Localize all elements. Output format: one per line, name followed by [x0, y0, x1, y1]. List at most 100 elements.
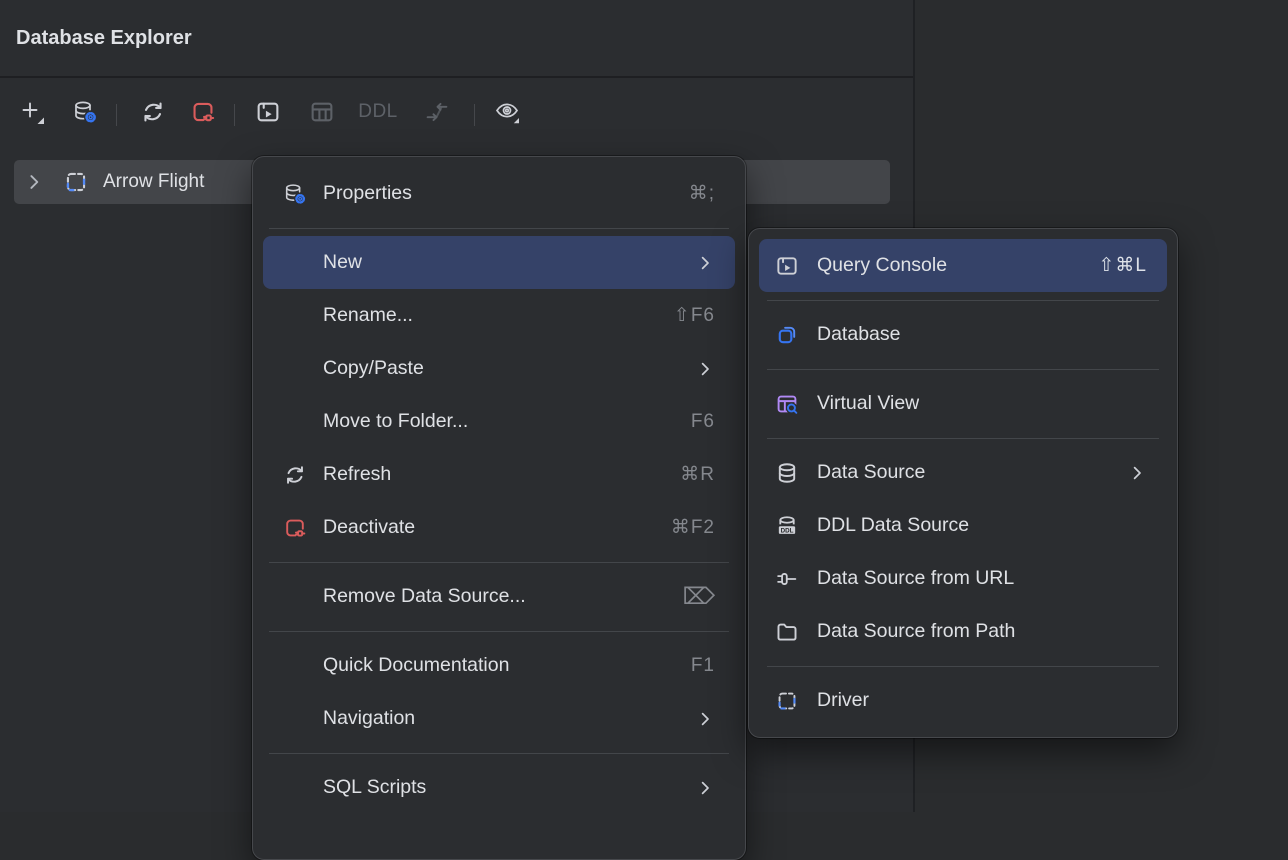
driver-icon [63, 169, 89, 195]
data-source-properties-button[interactable] [67, 94, 103, 130]
chevron-right-icon [695, 253, 715, 273]
menu-item-move-to-folder[interactable]: Move to Folder... F6 [263, 395, 735, 448]
query-console-icon [775, 254, 799, 278]
deactivate-button[interactable] [185, 94, 221, 130]
panel-title: Database Explorer [16, 0, 192, 76]
menu-item-properties[interactable]: Properties ⌘; [263, 167, 735, 220]
menu-item-navigation[interactable]: Navigation [263, 692, 735, 745]
tree-item-label: Arrow Flight [103, 160, 204, 204]
refresh-button[interactable] [135, 94, 171, 130]
menu-item-virtual-view[interactable]: Virtual View [759, 377, 1167, 430]
panel-toolbar: DDL [0, 78, 913, 150]
shortcut-label: ⇧⌘L [1099, 254, 1148, 277]
toolbar-separator [234, 104, 235, 126]
menu-item-sql-scripts[interactable]: SQL Scripts [263, 761, 735, 814]
menu-item-database[interactable]: Database [759, 308, 1167, 361]
menu-item-deactivate[interactable]: Deactivate⌘F2 [263, 501, 735, 554]
menu-item-right: F6 [691, 411, 715, 433]
chevron-right-icon [695, 778, 715, 798]
menu-item-label: Properties [323, 182, 412, 205]
chevron-right-icon [695, 709, 715, 729]
menu-separator [749, 361, 1177, 377]
refresh-icon [140, 99, 166, 125]
jump-to-query-console-button[interactable] [250, 94, 286, 130]
menu-item-right: ⇧⌘L [1099, 254, 1148, 277]
panel-header: Database Explorer [0, 0, 913, 78]
context-menu: Properties ⌘; New Rename... ⇧F6 Copy/Paste Mov… [252, 156, 746, 860]
shortcut-label: ⌘; [689, 182, 715, 205]
data-source-properties-icon [72, 99, 98, 125]
generate-ddl-button: DDL [356, 94, 400, 130]
menu-item-quick-documentation[interactable]: Quick DocumentationF1 [263, 639, 735, 692]
toolbar-separator [474, 104, 475, 126]
menu-item-label: Data Source [817, 461, 925, 484]
import-export-button [419, 94, 455, 130]
menu-item-data-source-from-url[interactable]: Data Source from URL [759, 552, 1167, 605]
menu-item-data-source[interactable]: Data Source [759, 446, 1167, 499]
menu-item-right: ⌘F2 [671, 516, 715, 539]
menu-item-driver[interactable]: Driver [759, 674, 1167, 727]
shortcut-label: ⌘F2 [671, 516, 715, 539]
data-source-icon [775, 461, 799, 485]
menu-item-right [695, 778, 715, 798]
add-button[interactable] [14, 94, 50, 130]
menu-item-right [695, 253, 715, 273]
menu-item-label: Data Source from Path [817, 620, 1015, 643]
menu-item-label: SQL Scripts [323, 776, 426, 799]
menu-item-new[interactable]: New [263, 236, 735, 289]
menu-item-data-source-from-path[interactable]: Data Source from Path [759, 605, 1167, 658]
menu-item-label: New [323, 251, 362, 274]
shortcut-label: ⌘R [680, 463, 715, 486]
menu-item-label: Database [817, 323, 900, 346]
menu-item-label: Refresh [323, 463, 391, 486]
url-icon [775, 567, 799, 591]
query-console-icon [255, 99, 281, 125]
refresh-icon [283, 463, 307, 487]
menu-item-label: Navigation [323, 707, 415, 730]
menu-item-rename[interactable]: Rename... ⇧F6 [263, 289, 735, 342]
chevron-right-icon [695, 359, 715, 379]
menu-separator [749, 292, 1177, 308]
menu-item-refresh[interactable]: Refresh ⌘R [263, 448, 735, 501]
menu-item-query-console[interactable]: Query Console⇧⌘L [759, 239, 1167, 292]
menu-item-label: Copy/Paste [323, 357, 424, 380]
ddl-data-source-icon: DDL [775, 514, 799, 538]
menu-item-right [695, 359, 715, 379]
menu-separator [253, 554, 745, 570]
menu-item-label: Quick Documentation [323, 654, 509, 677]
menu-item-label: Rename... [323, 304, 413, 327]
chevron-right-icon[interactable] [23, 171, 45, 193]
menu-item-right: ⌘; [689, 182, 715, 205]
open-table-button [304, 94, 340, 130]
menu-item-ddl-data-source[interactable]: DDLDDL Data Source [759, 499, 1167, 552]
menu-item-right: ⌦ [682, 583, 715, 610]
menu-item-right [1127, 463, 1147, 483]
new-submenu: Query Console⇧⌘L Database Virtual View Data… [748, 228, 1178, 738]
chevron-right-icon [1127, 463, 1147, 483]
folder-icon [775, 620, 799, 644]
eye-icon [494, 99, 520, 125]
menu-separator [749, 430, 1177, 446]
menu-item-remove-data-source[interactable]: Remove Data Source... ⌦ [263, 570, 735, 623]
svg-text:DDL: DDL [781, 527, 794, 534]
menu-item-label: Data Source from URL [817, 567, 1014, 590]
database-icon [775, 323, 799, 347]
data-source-properties-icon [283, 182, 307, 206]
menu-separator [253, 623, 745, 639]
menu-item-copy-paste[interactable]: Copy/Paste [263, 342, 735, 395]
menu-item-label: Move to Folder... [323, 410, 468, 433]
menu-separator [749, 658, 1177, 674]
menu-item-label: Virtual View [817, 392, 919, 415]
shortcut-label: ⇧F6 [674, 304, 715, 327]
menu-item-label: Remove Data Source... [323, 585, 526, 608]
menu-item-label: Driver [817, 689, 869, 712]
add-icon [19, 99, 45, 125]
deactivate-icon [190, 99, 216, 125]
toolbar-text-label: DDL [358, 101, 398, 123]
menu-item-right [695, 709, 715, 729]
menu-item-right: ⌘R [680, 463, 715, 486]
menu-separator [253, 745, 745, 761]
toolbar-separator [116, 104, 117, 126]
view-options-button[interactable] [489, 94, 525, 130]
deactivate-icon [283, 516, 307, 540]
